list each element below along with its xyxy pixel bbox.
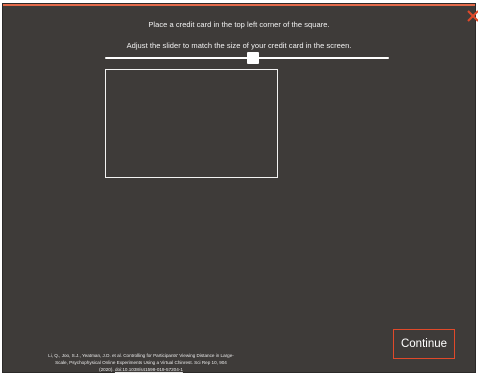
citation-line-3: (2020). doi:10.1038/s41598-019-57204-1 [12,366,270,373]
top-accent-line [3,4,475,6]
instruction-adjust-slider: Adjust the slider to match the size of y… [126,41,352,50]
size-slider-thumb[interactable] [246,52,259,64]
citation: Li, Q., Joo, S.J., Yeatman, J.D. et al. … [12,352,270,374]
credit-card-outline [105,69,278,178]
continue-button[interactable]: Continue [393,329,455,359]
calibration-panel [3,4,475,372]
citation-doi-link[interactable]: doi:10.1038/s41598-019-57204-1 [115,367,183,372]
instruction-place-card: Place a credit card in the top left corn… [148,20,330,29]
citation-line-1: Li, Q., Joo, S.J., Yeatman, J.D. et al. … [48,353,234,358]
citation-year: (2020). [99,367,114,373]
citation-line-2: Scale, Psychophysical Online Experiments… [55,360,227,366]
